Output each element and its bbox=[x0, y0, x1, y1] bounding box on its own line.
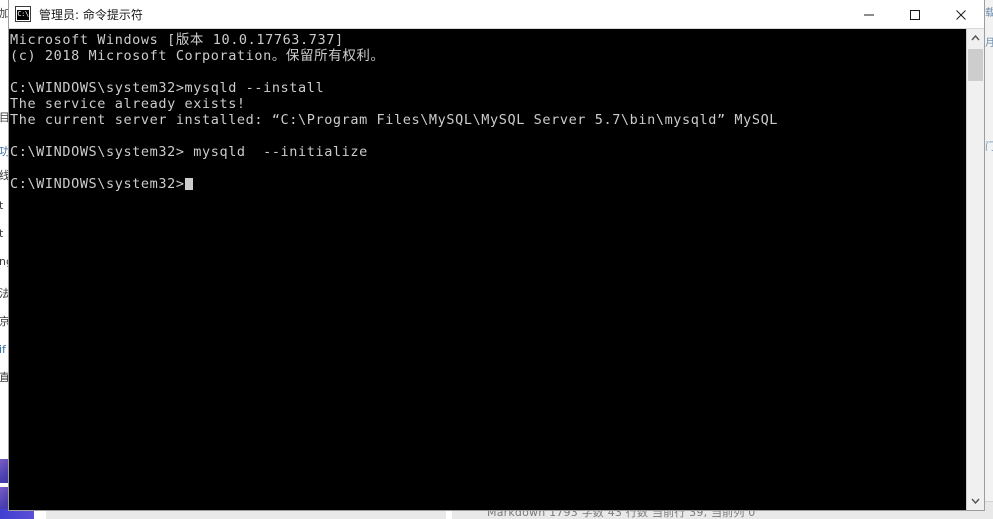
command-prompt-window: C:\ 管理员: 命令提示符 Microsoft Windows [版本 10.… bbox=[8, 0, 985, 511]
close-icon bbox=[956, 9, 966, 20]
scrollbar-down-arrow[interactable] bbox=[967, 492, 984, 510]
scrollbar-up-arrow[interactable] bbox=[967, 29, 984, 47]
scrollbar-thumb[interactable] bbox=[968, 49, 983, 81]
console-vertical-scrollbar[interactable] bbox=[966, 29, 984, 510]
background-text-fragment: 载 bbox=[985, 4, 993, 19]
console-line: The service already exists! bbox=[10, 96, 246, 112]
console-line: C:\WINDOWS\system32> mysqld --initialize bbox=[10, 144, 368, 160]
console-cursor bbox=[184, 178, 193, 190]
console-line: C:\WINDOWS\system32>mysqld --install bbox=[10, 80, 325, 96]
chevron-up-icon bbox=[971, 35, 980, 41]
screen-root: 加目功线ttng法京if直 载月门 Markdown 1793 字数 43 行数… bbox=[0, 0, 993, 519]
background-text-fragment: 月 bbox=[985, 34, 993, 49]
background-right-strip: 载月门 bbox=[984, 0, 993, 519]
maximize-icon bbox=[910, 9, 920, 20]
background-text-fragment: t bbox=[0, 199, 4, 212]
window-title: 管理员: 命令提示符 bbox=[39, 7, 143, 22]
minimize-button[interactable] bbox=[846, 0, 892, 29]
window-controls bbox=[846, 0, 984, 29]
background-text-fragment: 门 bbox=[985, 138, 993, 153]
minimize-icon bbox=[864, 14, 874, 15]
maximize-button[interactable] bbox=[892, 0, 938, 29]
close-button[interactable] bbox=[938, 0, 984, 29]
cmd-icon-glyph: C:\ bbox=[17, 10, 29, 18]
background-text-fragment: if bbox=[0, 343, 6, 356]
console-line: (c) 2018 Microsoft Corporation。保留所有权利。 bbox=[10, 48, 385, 64]
console-line: The current server installed: “C:\Progra… bbox=[10, 112, 779, 128]
window-titlebar[interactable]: C:\ 管理员: 命令提示符 bbox=[9, 0, 984, 29]
console-line: C:\WINDOWS\system32> bbox=[10, 176, 966, 192]
background-text-fragment: t bbox=[0, 227, 4, 240]
cmd-console-icon: C:\ bbox=[15, 6, 31, 22]
console-line: Microsoft Windows [版本 10.0.17763.737] bbox=[10, 32, 344, 48]
chevron-down-icon bbox=[971, 498, 980, 504]
console-output-area[interactable]: Microsoft Windows [版本 10.0.17763.737] (c)… bbox=[9, 29, 966, 510]
